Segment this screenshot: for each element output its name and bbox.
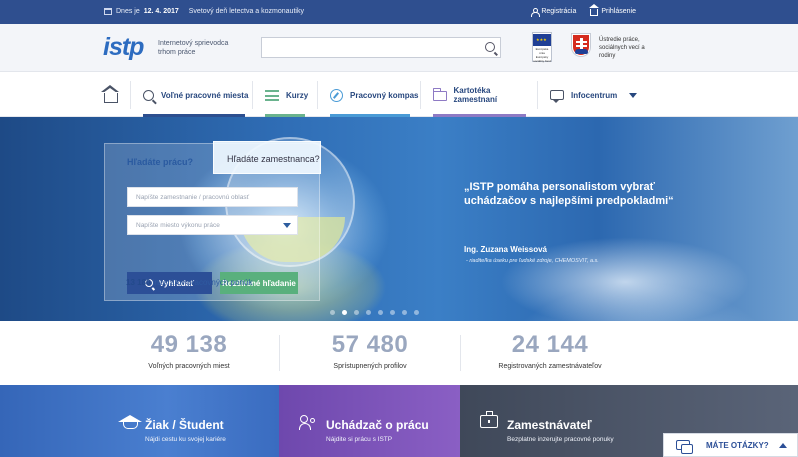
testimonial-author: Ing. Zuzana Weissová (464, 245, 547, 254)
job-count-text: inzerátov pracovných ponúk (152, 278, 253, 287)
folder-icon (432, 88, 447, 101)
calendar-icon (104, 8, 112, 15)
testimonial-quote: „ISTP pomáha personalistom vybrať uchádz… (464, 181, 674, 207)
help-label: MÁTE OTÁZKY? (706, 440, 769, 450)
search-tabs: Hľadáte prácu? Hľadáte zamestnanca? (105, 141, 321, 174)
nav-item-jobs[interactable]: Voľné pracovné miesta (143, 73, 253, 117)
stat-vacancies: 49 138 Voľných pracovných miest (99, 331, 279, 370)
stat-profiles: 57 480 Sprístupnených profilov (280, 331, 460, 370)
nav-item-label: Pracovný kompas (350, 90, 419, 100)
day-note: Svetový deň letectva a kozmonautiky (188, 8, 304, 15)
search-icon[interactable] (485, 42, 495, 52)
slider-dot[interactable] (330, 310, 335, 315)
chevron-up-icon (778, 442, 787, 448)
nav-item-label: Infocentrum (571, 90, 618, 100)
house-icon (589, 4, 600, 16)
stat-number: 57 480 (331, 331, 409, 358)
tile-subtitle: Bezplatne inzerujte pracovné ponuky (507, 436, 614, 443)
site-search (261, 37, 501, 58)
nav-home[interactable] (101, 73, 119, 117)
testimonial-author-role: - riaditeľka úseku pre ľudské zdroje, CH… (466, 258, 599, 264)
slider-dot[interactable] (378, 310, 383, 315)
books-icon (265, 89, 279, 101)
current-date: 12. 4. 2017 (143, 8, 179, 15)
job-count[interactable]: 13 180 inzerátov pracovných ponúk (126, 278, 252, 287)
eu-flag-icon (533, 34, 551, 46)
chat-icon (550, 90, 564, 103)
search-icon (143, 89, 154, 101)
tile-title: Žiak / Študent (145, 418, 224, 432)
register-label: Registrácia (541, 8, 577, 15)
user-icon (531, 7, 541, 17)
tile-title: Zamestnávateľ (507, 418, 592, 432)
hero-banner: Hľadáte prácu? Hľadáte zamestnanca? Napí… (0, 117, 798, 321)
briefcase-icon (480, 411, 498, 428)
top-bar: Dnes je 12. 4. 2017 Svetový deň letectva… (0, 0, 798, 24)
slider-dots (330, 310, 419, 315)
slider-dot[interactable] (402, 310, 407, 315)
tab-job-seeker[interactable]: Hľadáte prácu? (105, 144, 213, 174)
location-select[interactable]: Napíšte miesto výkonu práce (127, 215, 298, 235)
help-chat-button[interactable]: MÁTE OTÁZKY? (663, 433, 798, 457)
stat-label: Voľných pracovných miest (148, 363, 230, 370)
nav-item-courses[interactable]: Kurzy (265, 73, 320, 117)
register-link[interactable]: Registrácia (531, 7, 577, 17)
chevron-down-icon (283, 223, 291, 228)
eu-fund-logo: Európska únia Európsky sociálny fond (532, 32, 552, 63)
slider-dot[interactable] (354, 310, 359, 315)
slider-dot[interactable] (414, 310, 419, 315)
tile-student[interactable]: Žiak / Študent Nájdi cestu ku svojej kar… (0, 385, 279, 457)
date-prefix: Dnes je (116, 8, 140, 15)
main-nav: Voľné pracovné miesta Kurzy Pracovný kom… (0, 73, 798, 117)
stat-label: Registrovaných zamestnávateľov (498, 363, 602, 370)
nav-item-compass[interactable]: Pracovný kompas (330, 73, 430, 117)
nav-item-infocentrum[interactable]: Infocentrum (550, 73, 640, 117)
nav-item-label: Kartotéka zamestnaní (453, 86, 498, 104)
slider-dot[interactable] (366, 310, 371, 315)
nav-item-label: Voľné pracovné miesta (161, 90, 249, 100)
stat-employers: 24 144 Registrovaných zamestnávateľov (460, 331, 640, 370)
site-tagline: Internetový sprievodca trhom práce (158, 40, 229, 56)
home-icon (101, 84, 119, 103)
tile-subtitle: Nájdi cestu ku svojej kariére (145, 436, 226, 443)
tile-subtitle: Nájdite si prácu s ISTP (326, 436, 393, 443)
people-icon (299, 415, 319, 430)
nav-item-occupations[interactable]: Kartotéka zamestnaní (432, 73, 533, 117)
compass-icon (330, 88, 343, 102)
graduation-cap-icon (118, 415, 142, 429)
slovak-crest-icon (572, 34, 590, 56)
slider-dot-active[interactable] (342, 310, 347, 315)
login-label: Prihlásenie (601, 8, 636, 15)
position-field[interactable]: Napíšte zamestnanie / pracovnú oblasť (127, 187, 298, 207)
statistics-strip: 49 138 Voľných pracovných miest 57 480 S… (0, 321, 798, 385)
tab-employer[interactable]: Hľadáte zamestnanca? (213, 141, 321, 174)
login-link[interactable]: Prihlásenie (589, 4, 636, 16)
site-header: istp Internetový sprievodca trhom práce … (0, 24, 798, 72)
eu-fund-text: Európska únia Európsky sociálny fond (533, 47, 551, 63)
location-placeholder: Napíšte miesto výkonu práce (136, 222, 220, 229)
chevron-down-icon (629, 92, 638, 98)
tile-job-seeker[interactable]: Uchádzač o prácu Nájdite si prácu s ISTP (279, 385, 460, 457)
tile-title: Uchádzač o prácu (326, 418, 429, 432)
slider-dot[interactable] (390, 310, 395, 315)
job-count-number: 13 180 (126, 278, 151, 287)
date-info: Dnes je 12. 4. 2017 Svetový deň letectva… (104, 8, 304, 15)
chat-icon (676, 440, 693, 454)
stat-number: 49 138 (150, 331, 228, 358)
stat-number: 24 144 (511, 331, 589, 358)
ministry-name: Ústredie práce, sociálnych vecí a rodiny (599, 37, 645, 59)
stat-label: Sprístupnených profilov (333, 363, 407, 370)
site-search-input[interactable] (262, 39, 472, 58)
site-logo[interactable]: istp (103, 33, 144, 62)
nav-item-label: Kurzy (286, 90, 309, 100)
